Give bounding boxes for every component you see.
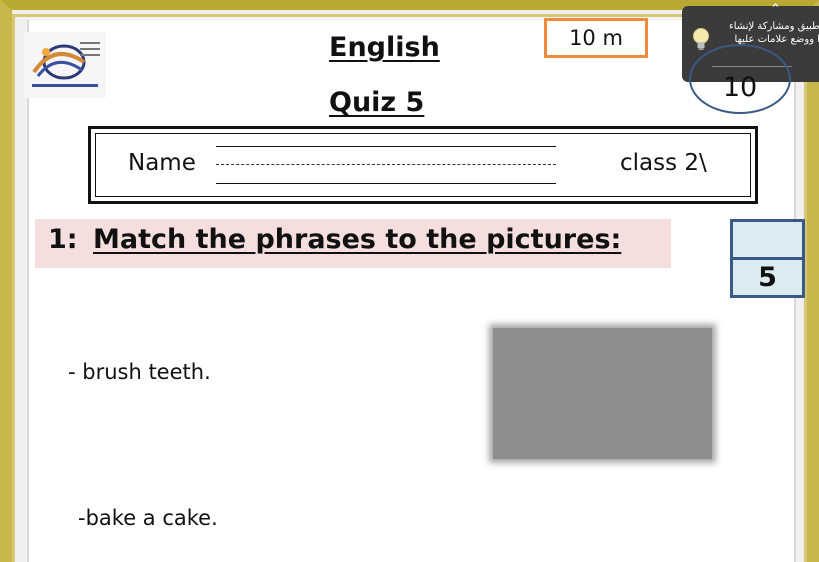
question-score: 5: [758, 262, 777, 293]
score-divider: [733, 257, 802, 260]
time-limit-box: 10 m: [544, 18, 648, 58]
page-title: English: [329, 32, 440, 63]
total-score: 10: [722, 72, 758, 103]
time-limit-text: 10 m: [569, 26, 623, 50]
picture-placeholder[interactable]: [493, 328, 712, 459]
hint-text: طبيق ومشاركة لإنشاء ا ووضع علامات عليها: [716, 20, 819, 46]
quiz-title: Quiz 5: [329, 87, 425, 118]
chevron-up-icon[interactable]: ⌃: [770, 2, 781, 17]
phrase-item: -bake a cake.: [78, 506, 218, 530]
school-logo: [24, 32, 106, 98]
lightbulb-icon: [692, 27, 710, 51]
name-line-bottom: [216, 183, 556, 184]
name-line-top: [216, 146, 556, 147]
phrase-item: - brush teeth.: [68, 360, 211, 384]
hint-text-line: طبيق ومشاركة لإنشاء: [729, 21, 819, 32]
question-score-box: 5: [730, 219, 805, 298]
class-label: class 2\: [620, 150, 707, 176]
question-number: 1:: [48, 224, 78, 255]
question-instruction: Match the phrases to the pictures:: [93, 224, 622, 255]
name-dotted-line[interactable]: [216, 164, 556, 165]
name-label: Name: [128, 150, 196, 176]
